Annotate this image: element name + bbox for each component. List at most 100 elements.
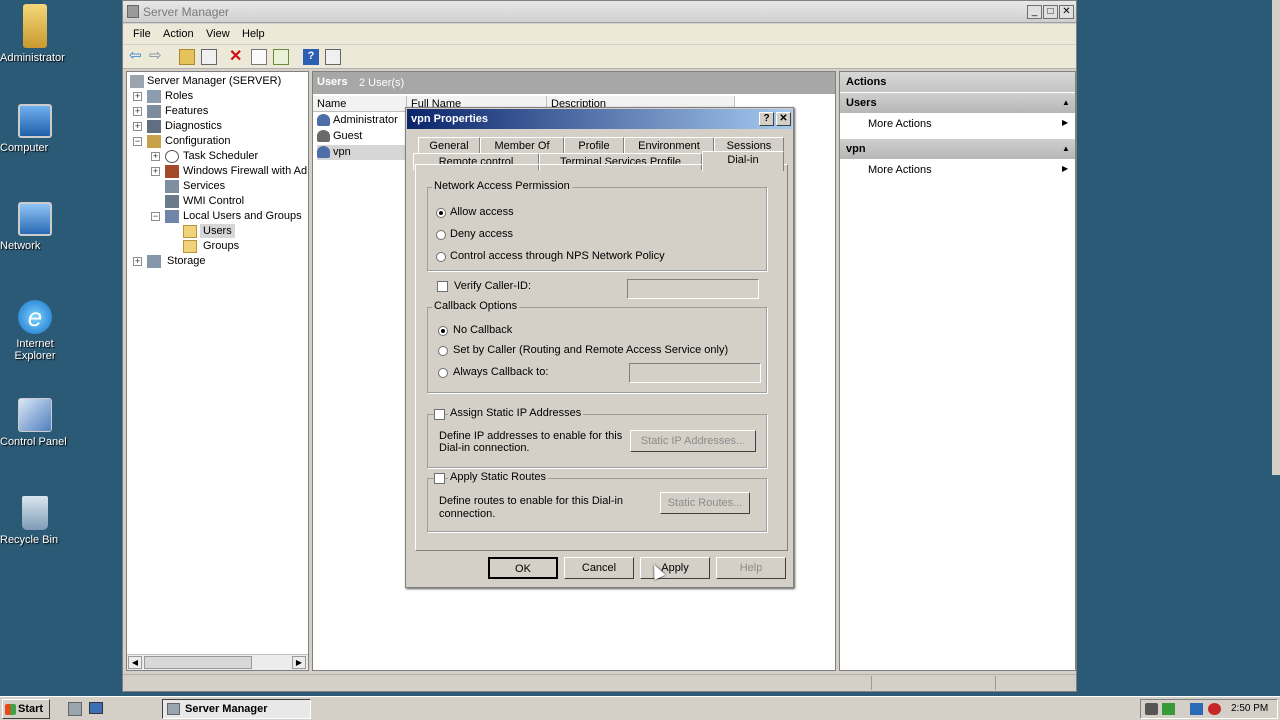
column-header-name[interactable]: Name <box>313 96 407 112</box>
tab-dial-in[interactable]: Dial-in <box>702 151 784 171</box>
storage-icon <box>147 255 161 268</box>
radio-deny-access[interactable] <box>436 230 446 240</box>
help-button[interactable]: Help <box>716 557 786 579</box>
window-titlebar[interactable]: Server Manager _ □ ✕ <box>123 1 1076 23</box>
menu-bar: File Action View Help <box>123 24 1076 44</box>
help-icon[interactable]: ? <box>303 49 319 65</box>
menu-help[interactable]: Help <box>242 28 265 40</box>
forward-icon[interactable]: ⇨ <box>149 48 165 65</box>
scroll-left-icon[interactable]: ◀ <box>128 656 142 669</box>
tab-profile[interactable]: Profile <box>564 137 624 154</box>
static-routes-button[interactable]: Static Routes... <box>660 492 750 514</box>
tree-item-wmi[interactable]: WMI Control <box>183 194 244 208</box>
desktop-icon-computer[interactable]: Computer <box>0 104 70 154</box>
tab-environment[interactable]: Environment <box>624 137 714 154</box>
tree-item-roles[interactable]: Roles <box>165 89 193 103</box>
taskbar-item-server-manager[interactable]: Server Manager <box>162 699 311 719</box>
tree-item-firewall[interactable]: Windows Firewall with Adva <box>183 164 307 178</box>
tray-network-icon[interactable] <box>1190 703 1203 715</box>
expand-icon[interactable]: + <box>133 92 142 101</box>
list-item-vpn[interactable]: vpn <box>317 145 407 160</box>
static-routes-checkbox[interactable] <box>434 473 445 484</box>
list-item-administrator[interactable]: Administrator <box>317 113 407 128</box>
dialog-titlebar[interactable]: vpn Properties ? ✕ <box>407 109 792 129</box>
radio-allow-access[interactable] <box>436 208 446 218</box>
desktop-icon-network[interactable]: Network <box>0 202 70 252</box>
collapse-arrow-icon[interactable]: ▲ <box>1062 139 1070 159</box>
dialog-close-button[interactable]: ✕ <box>776 112 791 126</box>
verify-caller-id-checkbox[interactable] <box>437 281 448 292</box>
menu-file[interactable]: File <box>133 28 151 40</box>
tree-item-services[interactable]: Services <box>183 179 225 193</box>
tree-item-users[interactable]: Users <box>200 224 235 238</box>
quick-launch-server-manager-icon[interactable] <box>68 702 82 716</box>
tree-item-local-users[interactable]: Local Users and Groups <box>183 209 302 223</box>
desktop-scrollbar[interactable] <box>1272 0 1280 475</box>
tab-member-of[interactable]: Member Of <box>480 137 564 154</box>
expand-icon[interactable]: + <box>133 107 142 116</box>
show-hide-tree-icon[interactable] <box>201 49 217 65</box>
network-access-label: Network Access Permission <box>432 180 572 192</box>
actions-section-users[interactable]: Users ▲ <box>840 93 1075 113</box>
collapse-icon[interactable]: − <box>151 212 160 221</box>
server-manager-icon <box>130 75 144 88</box>
menu-view[interactable]: View <box>206 28 230 40</box>
radio-always-callback[interactable] <box>438 368 448 378</box>
desktop-icon-recycle-bin[interactable]: Recycle Bin <box>0 496 70 546</box>
properties-icon[interactable] <box>251 49 267 65</box>
minimize-button[interactable]: _ <box>1027 5 1042 19</box>
expand-icon[interactable]: + <box>151 167 160 176</box>
close-button[interactable]: ✕ <box>1059 5 1074 19</box>
expand-icon[interactable]: + <box>133 257 142 266</box>
more-actions-vpn[interactable]: More Actions ▶ <box>868 164 1068 178</box>
static-ip-checkbox[interactable] <box>434 409 445 420</box>
status-bar <box>123 674 1076 691</box>
caller-id-input[interactable] <box>627 279 759 299</box>
action-pane-icon[interactable] <box>325 49 341 65</box>
tray-keyboard-icon[interactable] <box>1145 703 1158 715</box>
ok-button[interactable]: OK <box>488 557 558 579</box>
expand-icon[interactable]: + <box>151 152 160 161</box>
back-icon[interactable]: ⇦ <box>129 48 145 65</box>
callback-number-input[interactable] <box>629 363 761 383</box>
expand-icon[interactable]: + <box>133 122 142 131</box>
list-item-guest[interactable]: Guest <box>317 129 407 144</box>
cancel-button[interactable]: Cancel <box>564 557 634 579</box>
static-ip-addresses-button[interactable]: Static IP Addresses... <box>630 430 756 452</box>
radio-nps-policy[interactable] <box>436 252 446 262</box>
tab-general[interactable]: General <box>418 137 480 154</box>
tree-item-features[interactable]: Features <box>165 104 208 118</box>
collapse-icon[interactable]: − <box>133 137 142 146</box>
delete-icon[interactable]: ✕ <box>229 49 245 65</box>
network-icon <box>18 202 52 236</box>
tray-security-icon[interactable] <box>1208 703 1221 715</box>
dialog-help-button[interactable]: ? <box>759 112 774 126</box>
tree-item-task-scheduler[interactable]: Task Scheduler <box>183 149 258 163</box>
horizontal-scrollbar[interactable]: ◀ ▶ <box>127 654 308 670</box>
scroll-right-icon[interactable]: ▶ <box>292 656 306 669</box>
diagnostics-icon <box>147 120 161 133</box>
clock: 2:50 PM <box>1231 703 1269 714</box>
tree-item-configuration[interactable]: Configuration <box>165 134 230 148</box>
tree-root[interactable]: Server Manager (SERVER) <box>147 74 281 88</box>
desktop-icon-control-panel[interactable]: Control Panel <box>0 398 70 448</box>
status-panel <box>995 676 996 690</box>
tree-item-storage[interactable]: Storage <box>167 254 206 268</box>
desktop-icon-internet-explorer[interactable]: e Internet Explorer <box>0 300 70 362</box>
radio-no-callback[interactable] <box>438 326 448 336</box>
maximize-button[interactable]: □ <box>1043 5 1058 19</box>
actions-section-vpn[interactable]: vpn ▲ <box>840 139 1075 159</box>
menu-action[interactable]: Action <box>163 28 194 40</box>
start-button[interactable]: Start <box>2 699 50 719</box>
tree-item-groups[interactable]: Groups <box>203 239 239 253</box>
tray-update-icon[interactable] <box>1162 703 1175 715</box>
tree-item-diagnostics[interactable]: Diagnostics <box>165 119 222 133</box>
export-list-icon[interactable] <box>273 49 289 65</box>
scroll-thumb[interactable] <box>144 656 252 669</box>
more-actions-users[interactable]: More Actions ▶ <box>868 118 1068 132</box>
desktop-icon-administrator[interactable]: Administrator <box>0 4 70 64</box>
radio-set-by-caller[interactable] <box>438 346 448 356</box>
collapse-arrow-icon[interactable]: ▲ <box>1062 93 1070 113</box>
quick-launch-desktop-icon[interactable] <box>89 702 103 714</box>
up-folder-icon[interactable] <box>179 49 195 65</box>
